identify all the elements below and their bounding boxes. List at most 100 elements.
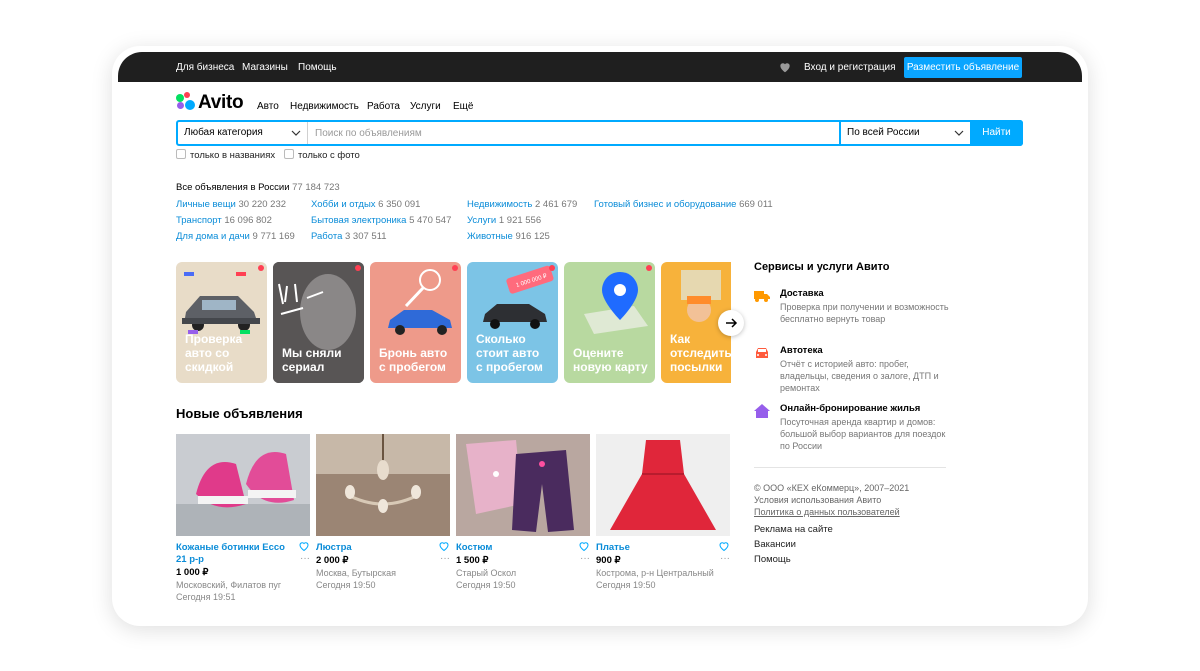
nav-jobs[interactable]: Работа bbox=[367, 101, 400, 112]
story-card-car-check[interactable]: Проверка авто со скидкой bbox=[176, 262, 267, 383]
ad-price: 900 ₽ bbox=[596, 555, 621, 566]
service-desc: Посуточная аренда квартир и домов: больш… bbox=[780, 417, 946, 451]
ad-title[interactable]: Платье bbox=[596, 542, 710, 554]
only-photo-checkbox[interactable]: только с фото bbox=[284, 149, 360, 161]
services-title: Сервисы и услуги Авито bbox=[754, 261, 890, 273]
chevron-down-icon bbox=[291, 130, 301, 136]
new-indicator-dot bbox=[646, 265, 652, 271]
favorite-heart-icon[interactable] bbox=[438, 540, 450, 552]
chandelier-photo bbox=[316, 434, 450, 536]
ad-date: Сегодня 19:50 bbox=[316, 580, 376, 590]
more-options-icon[interactable]: ··· bbox=[440, 554, 450, 564]
stories-next-button[interactable] bbox=[718, 310, 744, 336]
new-indicator-dot bbox=[452, 265, 458, 271]
service-desc: Проверка при получении и возможность бес… bbox=[780, 302, 949, 324]
category-link-services[interactable]: Услуги 1 921 556 bbox=[467, 215, 541, 226]
category-select[interactable]: Любая категория bbox=[178, 122, 308, 144]
ad-date: Сегодня 19:51 bbox=[176, 592, 236, 602]
region-select-value: По всей России bbox=[847, 127, 920, 138]
category-link-animals[interactable]: Животные 916 125 bbox=[467, 231, 550, 242]
category-link-hobby[interactable]: Хобби и отдых 6 350 091 bbox=[311, 199, 420, 210]
only-titles-label: только в названиях bbox=[190, 150, 276, 161]
favorite-heart-icon[interactable] bbox=[578, 540, 590, 552]
more-options-icon[interactable]: ··· bbox=[580, 554, 590, 564]
story-card-map[interactable]: Оцените новую карту bbox=[564, 262, 655, 383]
story-card-booking[interactable]: Бронь авто с пробегом bbox=[370, 262, 461, 383]
logo-dot-red bbox=[184, 92, 190, 98]
footer-ads-link[interactable]: Реклама на сайте bbox=[754, 524, 833, 535]
business-link[interactable]: Для бизнеса bbox=[176, 62, 234, 73]
ad-price: 2 000 ₽ bbox=[316, 555, 349, 566]
category-name: Хобби и отдых bbox=[311, 199, 376, 210]
arrow-right-icon bbox=[726, 318, 738, 328]
only-titles-checkbox[interactable]: только в названиях bbox=[176, 149, 275, 161]
privacy-link[interactable]: Политика о данных пользователей bbox=[754, 507, 900, 517]
top-bar: Для бизнеса Магазины Помощь Вход и регис… bbox=[118, 52, 1082, 82]
nav-more[interactable]: Ещё bbox=[453, 101, 473, 112]
service-desc: Отчёт с историей авто: пробег, владельцы… bbox=[780, 359, 939, 393]
search-bar: Любая категория По всей России Найти bbox=[176, 120, 1023, 146]
more-options-icon[interactable]: ··· bbox=[720, 554, 730, 564]
category-link-jobs[interactable]: Работа 3 307 511 bbox=[311, 231, 387, 242]
shoes-photo bbox=[176, 434, 310, 536]
category-select-value: Любая категория bbox=[184, 127, 263, 138]
more-options-icon[interactable]: ··· bbox=[300, 554, 310, 564]
all-ads-label: Все объявления в России bbox=[176, 182, 290, 193]
category-count: 1 921 556 bbox=[498, 215, 542, 226]
favorite-heart-icon[interactable] bbox=[298, 540, 310, 552]
category-name: Работа bbox=[311, 231, 343, 242]
category-link-electronics[interactable]: Бытовая электроника 5 470 547 bbox=[311, 215, 451, 226]
search-button[interactable]: Найти bbox=[970, 120, 1023, 146]
story-card-caption: Оцените новую карту bbox=[573, 346, 648, 374]
favorites-heart-icon[interactable] bbox=[778, 60, 792, 74]
logo-dot-green bbox=[176, 94, 184, 102]
category-name: Личные вещи bbox=[176, 199, 236, 210]
search-input[interactable] bbox=[309, 122, 839, 144]
story-card-car-price[interactable]: 1 000 000 ₽ Сколько стоит авто с пробегом bbox=[467, 262, 558, 383]
terms-link[interactable]: Условия использования Авито bbox=[754, 495, 881, 505]
sidebar-divider bbox=[754, 467, 946, 468]
category-count: 916 125 bbox=[515, 231, 550, 242]
ad-title[interactable]: Люстра bbox=[316, 542, 430, 554]
category-link-home[interactable]: Для дома и дачи 9 771 169 bbox=[176, 231, 295, 242]
truck-icon bbox=[754, 291, 770, 302]
ad-location: Старый Оскол bbox=[456, 568, 517, 578]
all-ads-count: 77 184 723 bbox=[292, 182, 340, 193]
ad-title[interactable]: Кожаные ботинки Ecco 21 р-р bbox=[176, 542, 290, 566]
ad-photo[interactable] bbox=[456, 434, 590, 536]
category-link-personal[interactable]: Личные вещи 30 220 232 bbox=[176, 199, 286, 210]
category-count: 3 307 511 bbox=[345, 231, 387, 242]
car-icon bbox=[756, 348, 768, 358]
ad-photo[interactable] bbox=[596, 434, 730, 536]
favorite-heart-icon[interactable] bbox=[718, 540, 730, 552]
category-link-realty[interactable]: Недвижимость 2 461 679 bbox=[467, 199, 577, 210]
ad-location: Московский, Филатов пуг bbox=[176, 580, 282, 590]
footer-help-link[interactable]: Помощь bbox=[754, 554, 791, 565]
copyright: © ООО «КЕХ еКоммерц», 2007–2021 bbox=[754, 483, 910, 493]
ad-photo[interactable] bbox=[176, 434, 310, 536]
help-link[interactable]: Помощь bbox=[298, 62, 337, 73]
shops-link[interactable]: Магазины bbox=[242, 62, 288, 73]
category-link-transport[interactable]: Транспорт 16 096 802 bbox=[176, 215, 272, 226]
story-card-caption: Как отследить посылки bbox=[670, 332, 731, 374]
ad-location: Кострома, р-н Центральный bbox=[596, 568, 714, 578]
dress-photo bbox=[596, 434, 730, 536]
category-name: Услуги bbox=[467, 215, 497, 226]
story-card-caption: Бронь авто с пробегом bbox=[379, 346, 448, 374]
story-card-caption: Проверка авто со скидкой bbox=[185, 332, 243, 374]
region-select[interactable]: По всей России bbox=[839, 122, 970, 144]
logo-dot-blue bbox=[185, 100, 195, 110]
category-count: 669 011 bbox=[739, 199, 773, 210]
footer-vacancies-link[interactable]: Вакансии bbox=[754, 539, 796, 550]
nav-services[interactable]: Услуги bbox=[410, 101, 441, 112]
category-name: Готовый бизнес и оборудование bbox=[594, 199, 737, 210]
post-ad-button[interactable]: Разместить объявление bbox=[904, 57, 1022, 78]
story-card-series[interactable]: Мы сняли сериал bbox=[273, 262, 364, 383]
ad-title[interactable]: Костюм bbox=[456, 542, 570, 554]
login-link[interactable]: Вход и регистрация bbox=[804, 62, 896, 73]
ad-photo[interactable] bbox=[316, 434, 450, 536]
new-indicator-dot bbox=[355, 265, 361, 271]
nav-realty[interactable]: Недвижимость bbox=[290, 101, 359, 112]
category-link-business[interactable]: Готовый бизнес и оборудование 669 011 bbox=[594, 199, 773, 210]
nav-auto[interactable]: Авто bbox=[257, 101, 279, 112]
